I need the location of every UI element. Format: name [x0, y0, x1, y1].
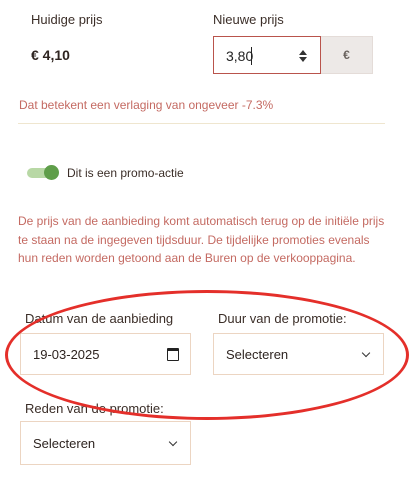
promo-duration-label: Duur van de promotie:: [218, 311, 347, 326]
new-price-label: Nieuwe prijs: [213, 12, 284, 27]
spinner-up-icon[interactable]: [299, 50, 307, 55]
calendar-icon[interactable]: [167, 348, 179, 361]
chevron-down-icon: [361, 348, 371, 358]
price-reduction-hint: Dat betekent een verlaging van ongeveer …: [19, 98, 274, 112]
promo-reason-label: Reden van de promotie:: [25, 401, 164, 416]
divider: [18, 123, 385, 124]
promo-reason-value: Selecteren: [33, 436, 96, 451]
text-cursor: [251, 47, 252, 65]
new-price-value: 3,80: [226, 48, 254, 64]
currency-addon: €: [321, 36, 373, 74]
new-price-input[interactable]: 3,80: [213, 36, 321, 74]
offer-date-value: 19-03-2025: [33, 347, 100, 362]
offer-date-label: Datum van de aanbieding: [25, 311, 174, 326]
spinner-down-icon[interactable]: [299, 57, 307, 62]
number-spinner[interactable]: [298, 49, 308, 63]
promo-toggle[interactable]: [27, 165, 59, 181]
chevron-down-icon: [168, 437, 178, 447]
promo-info-text: De prijs van de aanbieding komt automati…: [18, 214, 385, 265]
promo-duration-value: Selecteren: [226, 347, 289, 362]
current-price-value: € 4,10: [31, 47, 70, 63]
offer-date-input[interactable]: 19-03-2025: [20, 333, 191, 375]
promo-reason-select[interactable]: Selecteren: [20, 421, 191, 465]
promo-toggle-label[interactable]: Dit is een promo-actie: [67, 166, 184, 180]
toggle-knob: [44, 165, 59, 180]
promo-duration-select[interactable]: Selecteren: [213, 333, 384, 375]
current-price-label: Huidige prijs: [31, 12, 103, 27]
